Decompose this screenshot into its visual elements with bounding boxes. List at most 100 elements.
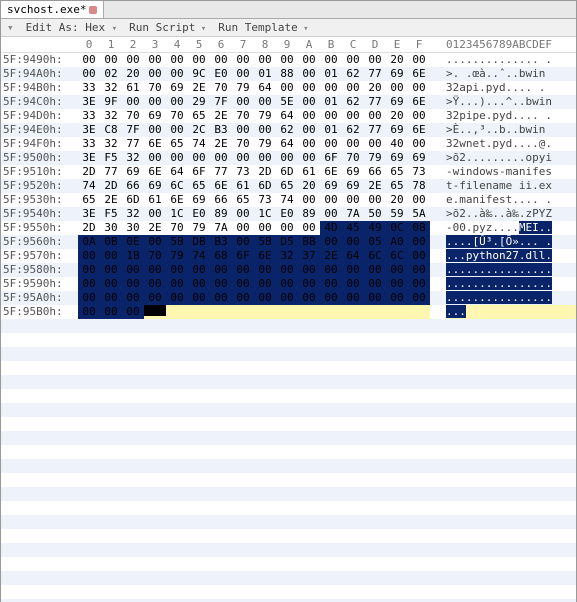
byte[interactable]: F5 [100, 151, 122, 165]
byte[interactable]: 5E [276, 95, 298, 109]
byte[interactable]: E0 [188, 207, 210, 221]
byte[interactable]: 69 [342, 165, 364, 179]
byte[interactable]: 7F [210, 95, 232, 109]
byte[interactable]: 69 [386, 151, 408, 165]
byte[interactable]: 3E [78, 151, 100, 165]
byte[interactable]: 64 [342, 249, 364, 263]
byte[interactable]: 00 [210, 277, 232, 291]
byte[interactable]: B3 [210, 123, 232, 137]
byte[interactable]: 00 [78, 305, 100, 319]
byte[interactable]: 00 [298, 137, 320, 151]
byte[interactable]: 6E [408, 67, 430, 81]
byte[interactable]: 00 [144, 277, 166, 291]
ascii-view[interactable]: ................ [446, 291, 576, 305]
byte[interactable]: 0A [78, 235, 100, 249]
byte[interactable]: 69 [144, 109, 166, 123]
byte[interactable]: 32 [276, 249, 298, 263]
byte[interactable]: 6E [210, 179, 232, 193]
byte[interactable]: 02 [100, 67, 122, 81]
hex-bytes[interactable]: 00000000000000000000000000000000 [78, 291, 430, 305]
byte[interactable]: 79 [254, 109, 276, 123]
byte[interactable]: 79 [188, 221, 210, 235]
hex-bytes[interactable]: 742D66696C656E616D652069692E6578 [78, 179, 430, 193]
byte[interactable]: 00 [320, 109, 342, 123]
ascii-view[interactable]: 32api.pyd.... . [446, 81, 576, 95]
byte[interactable]: 70 [232, 109, 254, 123]
ascii-view[interactable]: ................ [446, 277, 576, 291]
hex-row[interactable]: 5F:94C0h:3E9F000000297F00005E00016277696… [1, 95, 576, 109]
byte[interactable]: 00 [342, 137, 364, 151]
byte[interactable]: 77 [364, 67, 386, 81]
ascii-view[interactable]: ................ [446, 263, 576, 277]
byte[interactable]: 89 [210, 207, 232, 221]
byte[interactable]: 00 [144, 67, 166, 81]
byte[interactable]: 00 [298, 81, 320, 95]
byte[interactable]: 45 [342, 221, 364, 235]
byte[interactable]: 59 [386, 207, 408, 221]
byte[interactable]: 0B [100, 235, 122, 249]
byte[interactable]: 33 [78, 137, 100, 151]
byte[interactable]: 00 [232, 221, 254, 235]
byte[interactable]: 70 [210, 81, 232, 95]
byte[interactable]: 61 [144, 193, 166, 207]
byte[interactable]: 37 [298, 249, 320, 263]
byte[interactable]: 69 [144, 179, 166, 193]
hex-row[interactable]: 5F:9520h:742D66696C656E616D652069692E657… [1, 179, 576, 193]
byte[interactable]: 00 [122, 263, 144, 277]
byte[interactable]: 2C [188, 123, 210, 137]
ascii-view[interactable]: >Ÿ...)...^..bwin [446, 95, 576, 109]
byte[interactable]: 00 [144, 207, 166, 221]
hex-bytes[interactable]: 3332706970652E707964000000002000 [78, 109, 430, 123]
byte[interactable]: 00 [342, 291, 364, 305]
byte[interactable]: 00 [254, 53, 276, 67]
byte[interactable]: 00 [188, 53, 210, 67]
hex-bytes[interactable]: 2D77696E646F77732D6D616E69666573 [78, 165, 430, 179]
byte[interactable]: 00 [100, 53, 122, 67]
byte[interactable]: 00 [408, 291, 430, 305]
byte[interactable]: 00 [342, 263, 364, 277]
byte[interactable]: 73 [408, 165, 430, 179]
byte[interactable]: 00 [254, 277, 276, 291]
hex-row[interactable]: 5F:9530h:652E6D616E696665737400000000200… [1, 193, 576, 207]
byte[interactable]: 2D [78, 221, 100, 235]
byte[interactable]: 6F [188, 165, 210, 179]
byte[interactable]: 00 [100, 249, 122, 263]
byte[interactable]: 62 [342, 67, 364, 81]
byte[interactable]: 00 [122, 291, 144, 305]
byte[interactable]: 00 [210, 53, 232, 67]
byte[interactable]: 00 [364, 109, 386, 123]
byte[interactable]: 0B [408, 221, 430, 235]
byte[interactable]: 00 [166, 95, 188, 109]
byte[interactable]: 00 [232, 95, 254, 109]
byte[interactable]: 00 [298, 95, 320, 109]
byte[interactable]: 0C [386, 221, 408, 235]
byte[interactable]: 2E [188, 81, 210, 95]
byte[interactable]: 00 [320, 193, 342, 207]
hex-body[interactable]: 5F:9490h:0000000000000000000000000000200… [1, 53, 576, 602]
byte[interactable]: 00 [254, 95, 276, 109]
byte[interactable]: 6E [408, 95, 430, 109]
hex-bytes[interactable]: 2D30302E70797A000000004D45490C0B [78, 221, 430, 235]
byte[interactable]: 33 [78, 81, 100, 95]
hex-row[interactable]: 5F:9590h:0000000000000000000000000000000… [1, 277, 576, 291]
ascii-view[interactable]: >õ2.........opyi [446, 151, 576, 165]
byte[interactable]: 00 [254, 291, 276, 305]
byte[interactable]: B3 [210, 235, 232, 249]
byte[interactable]: 30 [100, 221, 122, 235]
byte[interactable]: 65 [188, 109, 210, 123]
byte[interactable]: 7A [342, 207, 364, 221]
byte[interactable]: 20 [386, 53, 408, 67]
byte[interactable]: 6C [364, 249, 386, 263]
byte[interactable]: 65 [232, 193, 254, 207]
dropdown-icon[interactable]: ▾ [7, 21, 14, 34]
byte[interactable]: 5A [408, 207, 430, 221]
byte[interactable]: 69 [122, 165, 144, 179]
byte[interactable]: 00 [298, 151, 320, 165]
byte[interactable]: 79 [232, 81, 254, 95]
byte[interactable]: 32 [100, 137, 122, 151]
hex-row[interactable]: 5F:94D0h:3332706970652E70796400000000200… [1, 109, 576, 123]
byte[interactable]: 62 [276, 123, 298, 137]
byte[interactable]: 00 [232, 263, 254, 277]
byte[interactable]: 6F [320, 151, 342, 165]
byte[interactable]: 6C [386, 249, 408, 263]
